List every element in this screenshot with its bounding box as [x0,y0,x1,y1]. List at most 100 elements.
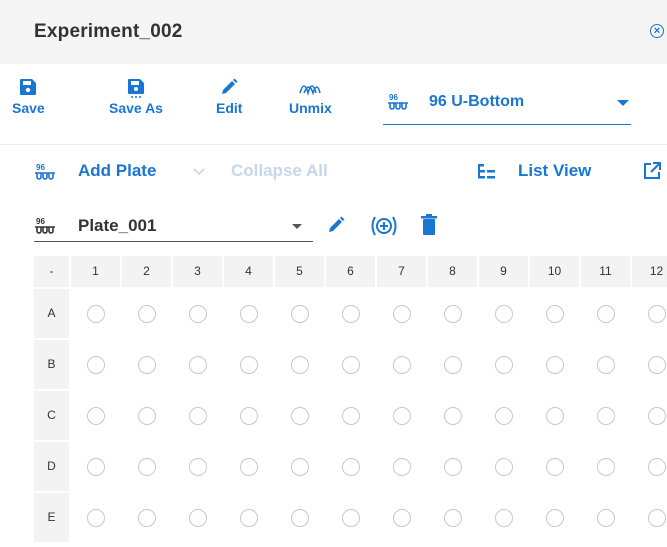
save-as-icon [127,79,144,98]
well-D5[interactable] [290,457,309,476]
well-E6[interactable] [341,508,360,527]
pencil-icon[interactable] [327,216,345,234]
row-header: E [34,493,69,542]
plate-96-icon: 96 [35,163,55,180]
column-header: 6 [326,256,375,287]
row-header: B [34,340,69,389]
well-E11[interactable] [596,508,615,527]
well-A2[interactable] [137,304,156,323]
well-E8[interactable] [443,508,462,527]
column-header: 12 [632,256,667,287]
well-E12[interactable] [647,508,666,527]
unmix-button[interactable]: Unmix [289,78,332,116]
well-B11[interactable] [596,355,615,374]
well-D11[interactable] [596,457,615,476]
well-A6[interactable] [341,304,360,323]
well-C2[interactable] [137,406,156,425]
trash-icon[interactable] [421,214,437,236]
well-C7[interactable] [392,406,411,425]
well-E2[interactable] [137,508,156,527]
well-A10[interactable] [545,304,564,323]
well-A7[interactable] [392,304,411,323]
row-header: C [34,391,69,440]
column-header: 5 [275,256,324,287]
chevron-down-icon [617,100,629,106]
well-B8[interactable] [443,355,462,374]
well-A5[interactable] [290,304,309,323]
close-icon[interactable]: × [650,24,664,38]
well-C10[interactable] [545,406,564,425]
well-B1[interactable] [86,355,105,374]
well-D8[interactable] [443,457,462,476]
well-C12[interactable] [647,406,666,425]
column-header: 2 [122,256,171,287]
save-as-button[interactable]: Save As [109,78,163,116]
column-header: 7 [377,256,426,287]
well-E7[interactable] [392,508,411,527]
well-D9[interactable] [494,457,513,476]
well-E3[interactable] [188,508,207,527]
collapse-all-button[interactable]: Collapse All [231,161,328,181]
chevron-down-icon [193,168,205,176]
well-C6[interactable] [341,406,360,425]
well-E9[interactable] [494,508,513,527]
well-B7[interactable] [392,355,411,374]
well-D10[interactable] [545,457,564,476]
well-A11[interactable] [596,304,615,323]
well-B9[interactable] [494,355,513,374]
save-button[interactable]: Save [12,78,45,116]
open-external-icon[interactable] [643,162,661,180]
well-B4[interactable] [239,355,258,374]
svg-text:96: 96 [36,217,45,226]
unmix-label: Unmix [289,100,332,116]
well-A8[interactable] [443,304,462,323]
well-E1[interactable] [86,508,105,527]
well-C11[interactable] [596,406,615,425]
column-header: 11 [581,256,630,287]
well-B10[interactable] [545,355,564,374]
well-A3[interactable] [188,304,207,323]
title-bar: Experiment_002 × [0,0,667,64]
add-plate-button[interactable]: Add Plate [78,161,156,181]
save-label: Save [12,100,45,116]
well-E4[interactable] [239,508,258,527]
well-D1[interactable] [86,457,105,476]
well-A9[interactable] [494,304,513,323]
well-D6[interactable] [341,457,360,476]
well-A1[interactable] [86,304,105,323]
well-A4[interactable] [239,304,258,323]
well-A12[interactable] [647,304,666,323]
plate-type-select[interactable]: 96 96 U-Bottom [383,78,631,125]
row-header: A [34,289,69,338]
well-B6[interactable] [341,355,360,374]
edit-button[interactable]: Edit [216,78,242,116]
plate-select[interactable]: 96 Plate_001 [34,213,313,242]
well-D2[interactable] [137,457,156,476]
well-B5[interactable] [290,355,309,374]
grid-corner: - [34,256,69,287]
well-C1[interactable] [86,406,105,425]
well-D3[interactable] [188,457,207,476]
plate-96-icon: 96 [388,93,408,110]
well-E10[interactable] [545,508,564,527]
well-B12[interactable] [647,355,666,374]
well-C5[interactable] [290,406,309,425]
well-C4[interactable] [239,406,258,425]
well-C8[interactable] [443,406,462,425]
well-B2[interactable] [137,355,156,374]
well-D4[interactable] [239,457,258,476]
chevron-down-icon [292,224,302,229]
add-well-icon[interactable] [369,215,399,237]
well-D12[interactable] [647,457,666,476]
well-D7[interactable] [392,457,411,476]
plate-actions-bar: 96 Add Plate Collapse All List View [0,145,667,197]
list-view-button[interactable]: List View [518,161,591,181]
well-C3[interactable] [188,406,207,425]
well-E5[interactable] [290,508,309,527]
window-title: Experiment_002 [34,21,183,42]
svg-text:96: 96 [36,163,45,172]
well-B3[interactable] [188,355,207,374]
well-C9[interactable] [494,406,513,425]
plate-name-value: Plate_001 [78,216,157,235]
column-header: 8 [428,256,477,287]
